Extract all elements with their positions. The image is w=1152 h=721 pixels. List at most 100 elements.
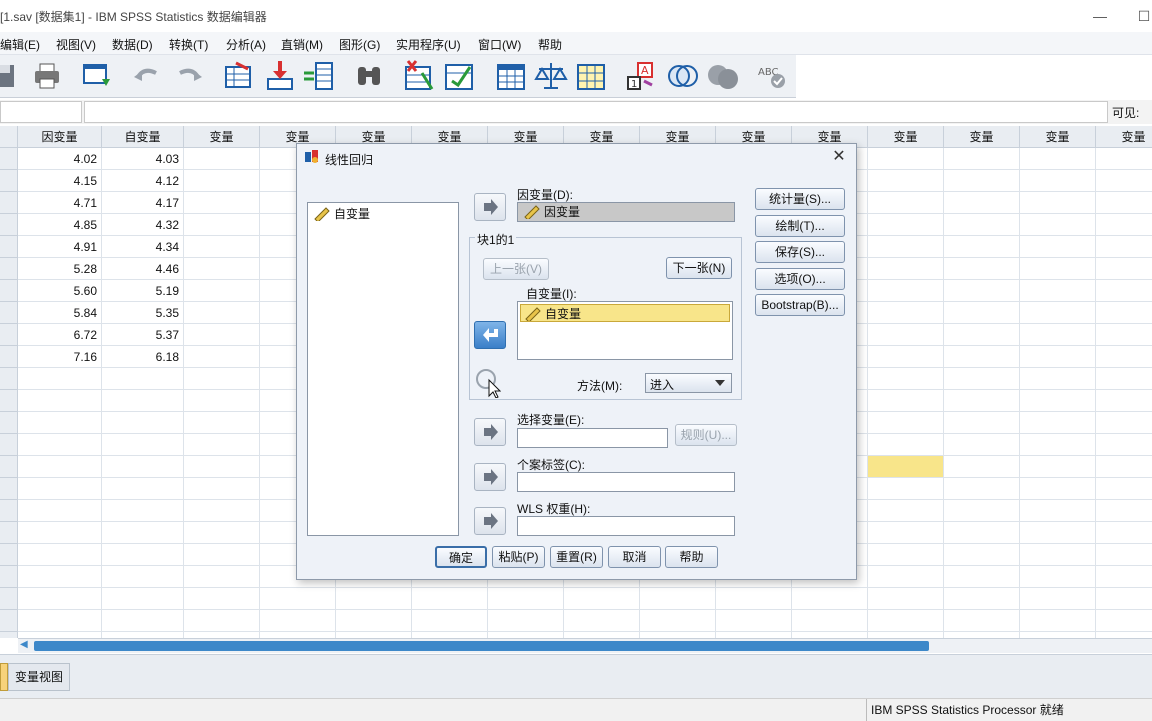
table-cell[interactable]: [184, 434, 260, 456]
row-header[interactable]: [0, 258, 18, 280]
find-icon[interactable]: [352, 59, 386, 93]
table-cell[interactable]: [564, 588, 640, 610]
menu-help[interactable]: 帮助: [538, 36, 562, 53]
table-cell[interactable]: [868, 588, 944, 610]
table-cell[interactable]: [184, 478, 260, 500]
menu-view[interactable]: 视图(V): [56, 36, 96, 53]
maximize-button[interactable]: ☐: [1134, 6, 1152, 26]
column-header[interactable]: 变量: [868, 126, 944, 148]
column-header[interactable]: 变量: [184, 126, 260, 148]
table-cell[interactable]: [944, 236, 1020, 258]
table-cell[interactable]: [1096, 412, 1152, 434]
table-cell[interactable]: [868, 192, 944, 214]
table-cell[interactable]: [102, 566, 184, 588]
table-cell[interactable]: [868, 302, 944, 324]
row-header[interactable]: [0, 280, 18, 302]
table-cell[interactable]: [944, 170, 1020, 192]
table-cell[interactable]: [944, 456, 1020, 478]
table-cell[interactable]: [184, 346, 260, 368]
split-file-icon[interactable]: [494, 59, 528, 93]
table-cell[interactable]: [1096, 390, 1152, 412]
column-header[interactable]: 变量: [1096, 126, 1152, 148]
table-cell[interactable]: [792, 610, 868, 632]
table-cell[interactable]: [1096, 522, 1152, 544]
table-cell[interactable]: [1096, 148, 1152, 170]
variables-icon[interactable]: [302, 59, 336, 93]
table-cell[interactable]: 4.12: [102, 170, 184, 192]
menu-data[interactable]: 数据(D): [112, 36, 153, 53]
use-sets-icon[interactable]: [666, 59, 700, 93]
table-cell[interactable]: 4.17: [102, 192, 184, 214]
list-item[interactable]: 自变量: [520, 304, 730, 322]
table-cell[interactable]: [944, 368, 1020, 390]
row-header[interactable]: [0, 522, 18, 544]
table-cell[interactable]: 6.72: [18, 324, 102, 346]
table-cell[interactable]: [18, 500, 102, 522]
table-cell[interactable]: [1096, 324, 1152, 346]
wls-field[interactable]: [517, 516, 735, 536]
bootstrap-button[interactable]: Bootstrap(B)...: [755, 294, 845, 316]
dependent-field[interactable]: 因变量: [517, 202, 735, 222]
table-cell[interactable]: [868, 346, 944, 368]
table-cell[interactable]: [1096, 456, 1152, 478]
table-cell[interactable]: [868, 456, 944, 478]
table-cell[interactable]: [868, 610, 944, 632]
table-cell[interactable]: 5.60: [18, 280, 102, 302]
table-cell[interactable]: [1096, 588, 1152, 610]
table-cell[interactable]: [868, 170, 944, 192]
table-cell[interactable]: 4.32: [102, 214, 184, 236]
cell-value-field[interactable]: [84, 101, 1108, 123]
move-independent-button[interactable]: [474, 321, 506, 349]
table-cell[interactable]: [1020, 390, 1096, 412]
table-cell[interactable]: [868, 324, 944, 346]
column-header[interactable]: 因变量: [18, 126, 102, 148]
scroll-left-icon[interactable]: ◀: [20, 639, 28, 650]
table-cell[interactable]: [336, 588, 412, 610]
table-cell[interactable]: [102, 434, 184, 456]
move-dependent-button[interactable]: [474, 193, 506, 221]
source-variable-list[interactable]: 自变量: [307, 202, 459, 536]
table-cell[interactable]: [102, 368, 184, 390]
next-block-button[interactable]: 下一张(N): [666, 257, 732, 279]
table-cell[interactable]: [18, 610, 102, 632]
table-cell[interactable]: [868, 478, 944, 500]
menu-transform[interactable]: 转换(T): [169, 36, 208, 53]
table-cell[interactable]: 4.91: [18, 236, 102, 258]
table-cell[interactable]: [488, 610, 564, 632]
table-cell[interactable]: [488, 588, 564, 610]
move-wls-button[interactable]: [474, 507, 506, 535]
horizontal-scrollbar[interactable]: ◀: [18, 638, 1152, 653]
table-cell[interactable]: [1096, 236, 1152, 258]
table-cell[interactable]: [184, 236, 260, 258]
table-cell[interactable]: [18, 456, 102, 478]
options-button[interactable]: 选项(O)...: [755, 268, 845, 290]
column-header[interactable]: 变量: [944, 126, 1020, 148]
table-cell[interactable]: [184, 500, 260, 522]
row-header[interactable]: [0, 148, 18, 170]
row-header[interactable]: [0, 390, 18, 412]
paste-button[interactable]: 粘贴(P): [492, 546, 545, 568]
table-cell[interactable]: [944, 500, 1020, 522]
table-cell[interactable]: [868, 368, 944, 390]
table-cell[interactable]: [412, 588, 488, 610]
previous-block-button[interactable]: 上一张(V): [483, 258, 549, 280]
table-cell[interactable]: 6.18: [102, 346, 184, 368]
table-cell[interactable]: [1096, 544, 1152, 566]
table-cell[interactable]: [640, 588, 716, 610]
table-cell[interactable]: 5.37: [102, 324, 184, 346]
table-cell[interactable]: [1096, 610, 1152, 632]
table-cell[interactable]: [944, 258, 1020, 280]
table-cell[interactable]: [1020, 192, 1096, 214]
statistics-button[interactable]: 统计量(S)...: [755, 188, 845, 210]
table-cell[interactable]: [868, 280, 944, 302]
goto-case-icon[interactable]: [222, 59, 256, 93]
table-cell[interactable]: [1096, 280, 1152, 302]
table-cell[interactable]: [1096, 214, 1152, 236]
move-case-label-button[interactable]: [474, 463, 506, 491]
tab-data-view[interactable]: [0, 663, 8, 691]
table-cell[interactable]: [184, 566, 260, 588]
table-cell[interactable]: [260, 588, 336, 610]
table-cell[interactable]: [102, 412, 184, 434]
table-cell[interactable]: [1096, 346, 1152, 368]
weight-cases-icon[interactable]: [534, 59, 568, 93]
